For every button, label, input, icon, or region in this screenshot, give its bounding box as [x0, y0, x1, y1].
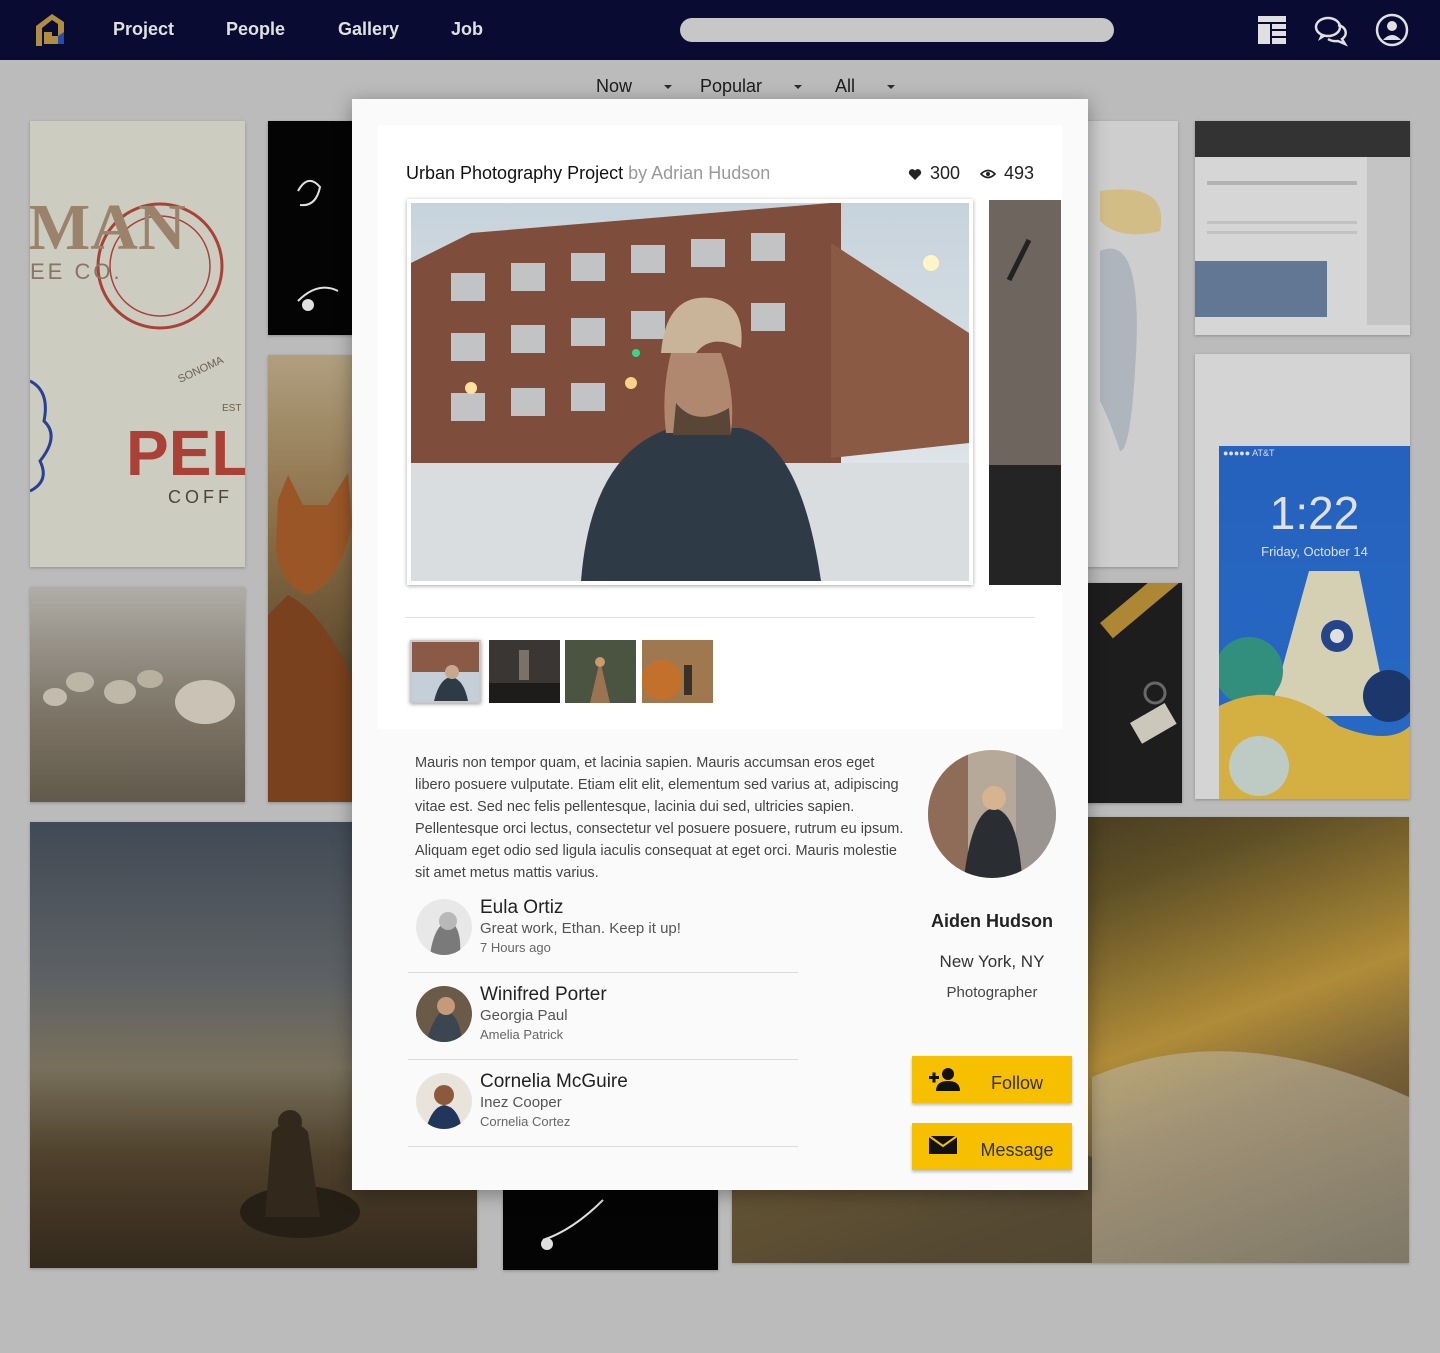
avatar-image [416, 1073, 472, 1129]
views-value: 493 [1004, 163, 1035, 183]
follow-label: Follow [990, 1073, 1043, 1093]
thumbnail-autumn-hiker [642, 640, 713, 703]
message-button[interactable]: Message [912, 1123, 1072, 1170]
thumbnail-forest-walk [565, 640, 636, 703]
profile-avatar[interactable] [928, 750, 1056, 878]
avatar[interactable] [416, 899, 472, 955]
follow-button[interactable]: Follow [912, 1056, 1072, 1103]
heart-icon [908, 168, 922, 180]
thumbnail-2[interactable] [489, 640, 560, 703]
profile-name[interactable]: Aiden Hudson [892, 911, 1092, 932]
avatar-image [416, 899, 472, 955]
comment-author[interactable]: Cornelia McGuire [480, 1071, 628, 1093]
project-description: Mauris non tempor quam, et lacinia sapie… [415, 755, 904, 881]
next-photo-peek[interactable] [989, 200, 1061, 585]
profile-role: Photographer [946, 984, 1038, 1001]
avatar[interactable] [416, 1073, 472, 1129]
thumbnail-stairs [489, 640, 560, 703]
project-title-row: Urban Photography Project by Adrian Huds… [406, 163, 770, 184]
comment-subtext: Amelia Patrick [480, 1027, 564, 1042]
thumbnail-4[interactable] [642, 640, 713, 703]
comment-item: Eula Ortiz Great work, Ethan. Keep it up… [408, 885, 798, 973]
thumbnail-urban-man [412, 642, 479, 701]
avatar[interactable] [416, 986, 472, 1042]
urban-man-photo [411, 203, 969, 581]
profile-location: New York, NY [939, 952, 1045, 971]
message-label: Message [980, 1140, 1054, 1160]
project-author[interactable]: by Adrian Hudson [628, 163, 770, 183]
views-count: 493 [979, 163, 1035, 184]
add-person-icon [929, 1068, 960, 1091]
thumbnail-1[interactable] [410, 640, 481, 703]
project-title: Urban Photography Project [406, 163, 624, 183]
profile-avatar-image [928, 750, 1056, 878]
project-detail-modal: Urban Photography Project by Adrian Huds… [352, 99, 1088, 1190]
likes-count[interactable]: 300 [908, 163, 960, 184]
comment-author[interactable]: Winifred Porter [480, 984, 607, 1006]
comment-item: Cornelia McGuire Inez Cooper Cornelia Co… [408, 1059, 798, 1147]
comment-item: Winifred Porter Georgia Paul Amelia Patr… [408, 972, 798, 1060]
comment-author[interactable]: Eula Ortiz [480, 897, 563, 919]
envelope-icon [928, 1135, 958, 1154]
comment-text: Inez Cooper [480, 1094, 562, 1111]
eye-icon [979, 169, 997, 179]
comment-timestamp: 7 Hours ago [480, 940, 551, 955]
divider [405, 617, 1035, 618]
avatar-image [416, 986, 472, 1042]
comment-text: Great work, Ethan. Keep it up! [480, 920, 681, 937]
main-photo[interactable] [407, 199, 973, 585]
comment-text: Georgia Paul [480, 1007, 568, 1024]
likes-value: 300 [930, 163, 961, 183]
thumbnail-3[interactable] [565, 640, 636, 703]
doorway-photo [989, 200, 1061, 585]
comment-subtext: Cornelia Cortez [480, 1114, 571, 1129]
